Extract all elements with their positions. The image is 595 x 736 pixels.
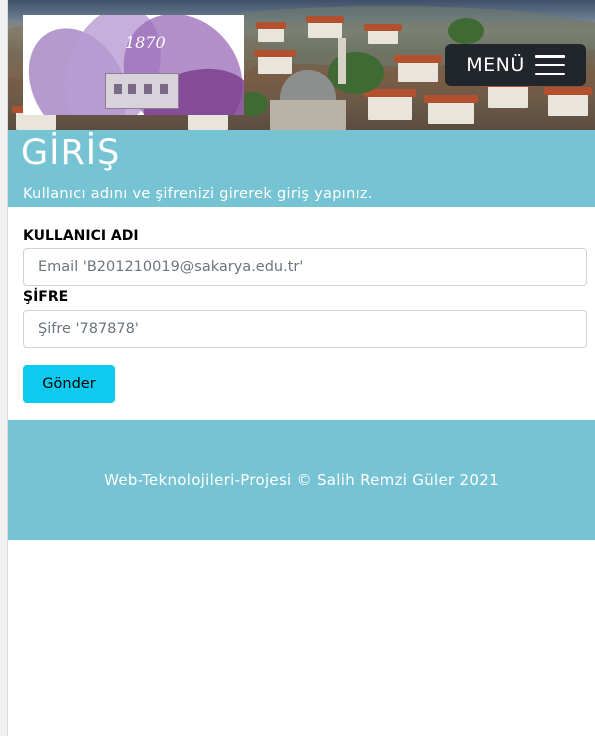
mosque-illustration <box>266 70 350 130</box>
footer: Web-Teknolojileri-Projesi © Salih Remzi … <box>8 420 595 540</box>
page-header: GİRİŞ Kullanıcı adını ve şifrenizi girer… <box>8 130 595 207</box>
menu-label: MENÜ <box>466 54 525 76</box>
username-input[interactable] <box>23 248 587 286</box>
logo-building-icon <box>105 73 179 109</box>
page-subtitle: Kullanıcı adını ve şifrenizi girerek gir… <box>23 186 373 202</box>
logo-year: 1870 <box>125 33 166 52</box>
username-label: KULLANICI ADI <box>23 228 139 244</box>
page-title: GİRİŞ <box>21 133 121 173</box>
page: 1870 MENÜ GİRİŞ Kullanıcı adını ve şifre… <box>8 0 595 736</box>
submit-button[interactable]: Gönder <box>23 365 115 403</box>
footer-text: Web-Teknolojileri-Projesi © Salih Remzi … <box>104 471 499 489</box>
hamburger-icon <box>534 55 565 75</box>
password-input[interactable] <box>23 310 587 348</box>
header-banner: 1870 MENÜ <box>8 0 595 130</box>
window-left-edge <box>0 0 8 736</box>
password-label: ŞİFRE <box>23 289 69 305</box>
site-logo[interactable]: 1870 <box>23 15 244 115</box>
menu-button[interactable]: MENÜ <box>445 44 586 86</box>
